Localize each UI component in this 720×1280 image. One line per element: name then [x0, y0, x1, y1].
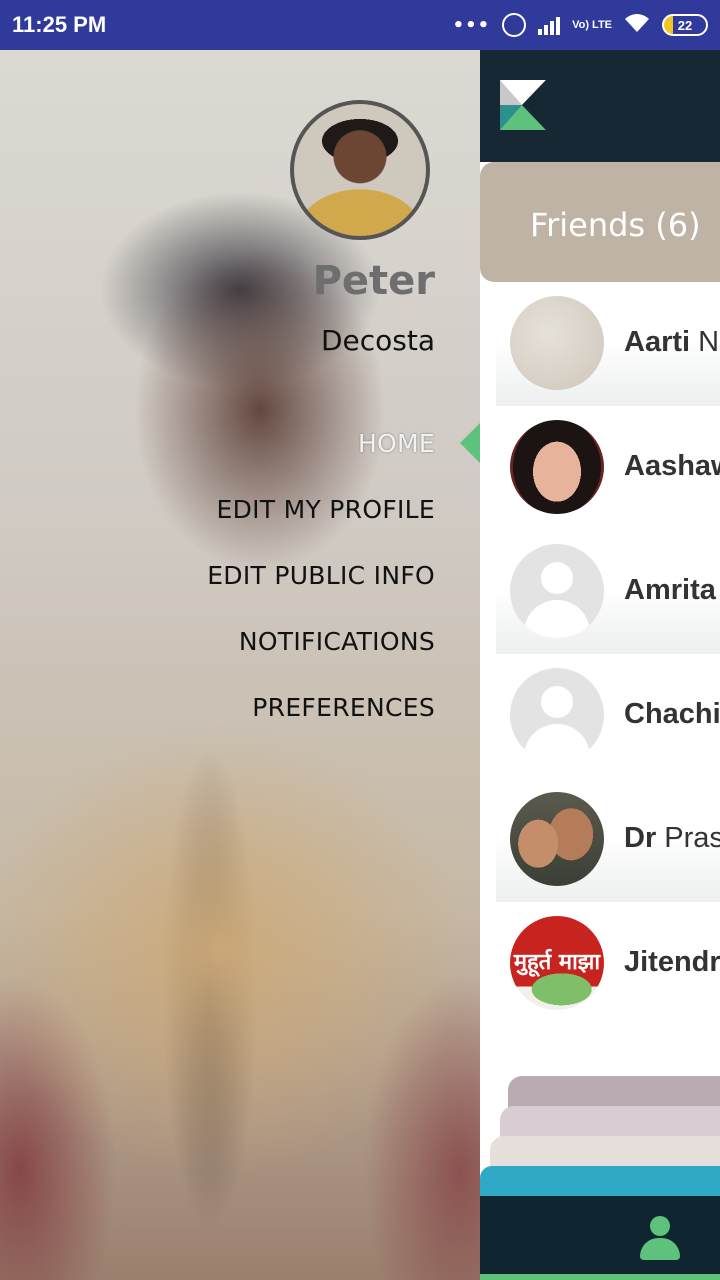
friend-name: Dr Pras: [624, 822, 720, 854]
friend-avatar: [510, 420, 604, 514]
navigation-drawer: Peter Decosta HOME EDIT MY PROFILE EDIT …: [0, 50, 480, 1280]
avatar-text: मुहूर्त माझा: [513, 950, 601, 975]
profile-last-name: Decosta: [320, 324, 435, 357]
friend-row[interactable]: Dr Pras: [496, 778, 720, 902]
default-user-avatar-icon: [510, 544, 604, 638]
menu-item-notifications[interactable]: NOTIFICATIONS: [207, 620, 435, 686]
friend-avatar: मुहूर्त माझा: [510, 916, 604, 1010]
friend-row[interactable]: Amrita: [496, 530, 720, 654]
profile-first-name: Peter: [312, 258, 435, 304]
menu-item-edit-my-profile[interactable]: EDIT MY PROFILE: [207, 488, 435, 554]
app-logo-icon[interactable]: [500, 80, 548, 130]
default-user-avatar-icon: [510, 668, 604, 762]
user-icon[interactable]: [640, 1216, 680, 1262]
friend-name: Aashaw: [624, 450, 720, 482]
friends-title: Friends (6): [530, 206, 701, 244]
friend-name: Jitendr: [624, 946, 720, 978]
bottom-navigation: [480, 1196, 720, 1280]
stacked-card[interactable]: [508, 1076, 720, 1110]
drawer-menu: HOME EDIT MY PROFILE EDIT PUBLIC INFO NO…: [207, 422, 435, 752]
friend-row[interactable]: Chachi: [496, 654, 720, 778]
status-icons: ••• Vo) LTE 22: [453, 12, 708, 39]
friend-row[interactable]: Aashaw: [496, 406, 720, 530]
app-bar: [480, 50, 720, 162]
menu-item-edit-public-info[interactable]: EDIT PUBLIC INFO: [207, 554, 435, 620]
status-time: 11:25 PM: [12, 12, 107, 37]
signal-icon: [538, 15, 561, 35]
friend-name: Chachi: [624, 698, 720, 730]
stacked-card[interactable]: [500, 1106, 720, 1140]
friends-header[interactable]: Friends (6): [480, 162, 720, 282]
active-indicator-arrow: [460, 423, 480, 463]
friend-name: Amrita: [624, 574, 716, 606]
main-panel: Friends (6) Aarti Na Aashaw Amrita Chach…: [480, 50, 720, 1280]
friend-row[interactable]: मुहूर्त माझा Jitendr: [496, 902, 720, 1026]
status-bar: 11:25 PM ••• Vo) LTE 22: [0, 0, 720, 50]
more-dots-icon: •••: [452, 14, 491, 36]
friend-list: Aarti Na Aashaw Amrita Chachi Dr Pras मु…: [496, 282, 720, 1026]
alarm-icon: [502, 13, 527, 37]
menu-item-preferences[interactable]: PREFERENCES: [207, 686, 435, 752]
stacked-card[interactable]: [490, 1136, 720, 1170]
menu-item-home[interactable]: HOME: [207, 422, 435, 488]
friend-row[interactable]: Aarti Na: [496, 282, 720, 406]
wifi-icon: [624, 12, 650, 39]
battery-icon: 22: [662, 14, 708, 36]
friend-name: Aarti Na: [624, 326, 720, 358]
friend-avatar: [510, 792, 604, 886]
profile-avatar[interactable]: [290, 100, 430, 240]
network-type: Vo) LTE: [572, 19, 612, 31]
bottom-accent-bar: [480, 1274, 720, 1280]
friend-avatar: [510, 296, 604, 390]
